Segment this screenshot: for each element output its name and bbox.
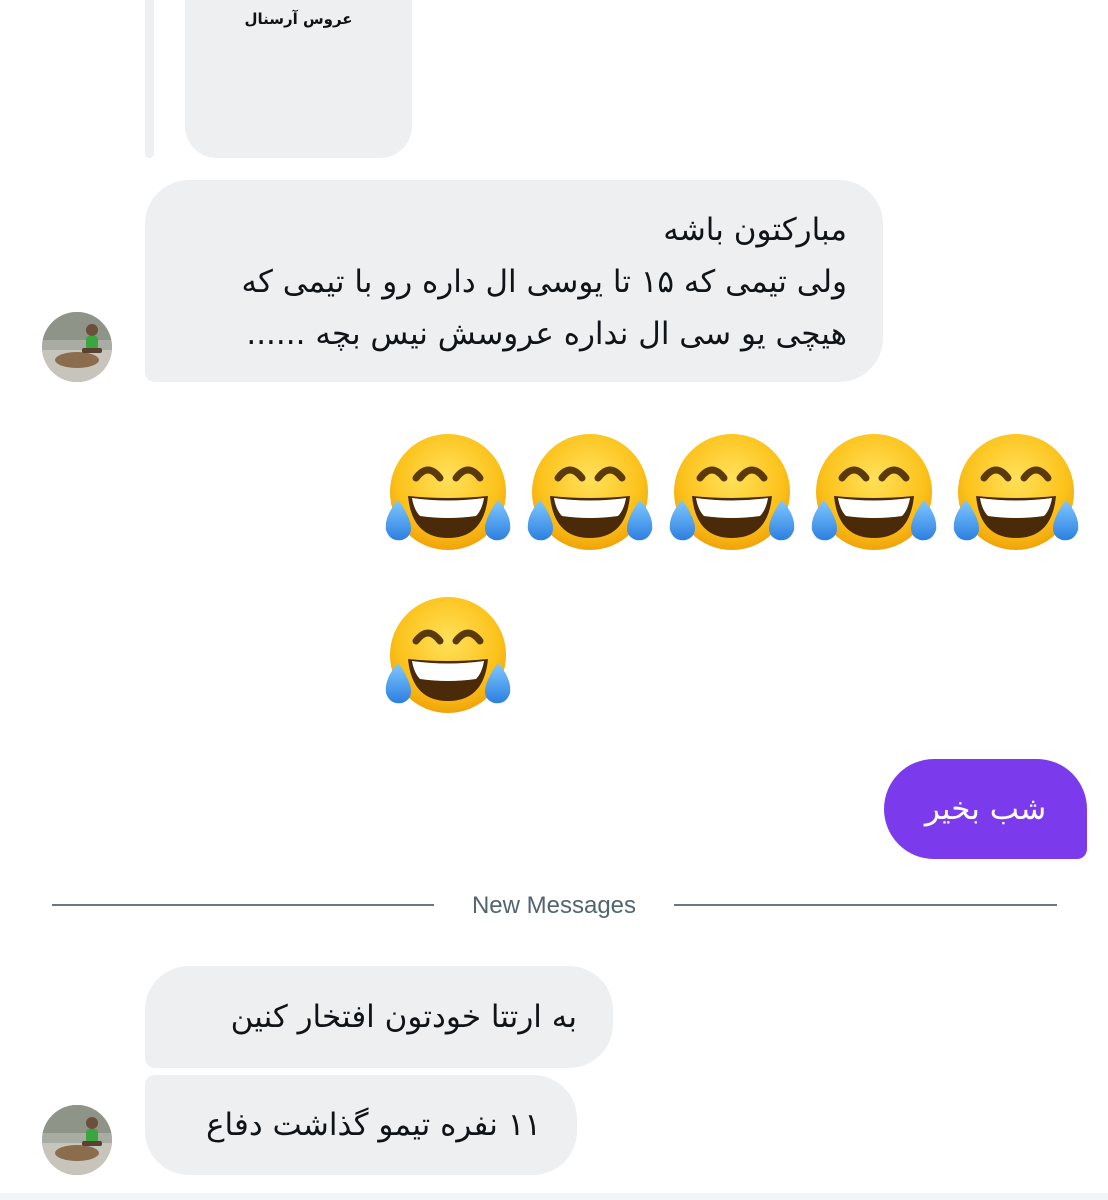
- sent-message-bubble[interactable]: شب بخیر: [884, 759, 1087, 859]
- laughing-tears-emoji-icon: [380, 593, 516, 721]
- received-message-bubble[interactable]: مبارکتون باشه ولی تیمی که ۱۵ تا یوسی ال …: [145, 180, 883, 382]
- shared-post-caption: عروس آرسنال: [244, 10, 353, 28]
- message-text: ۱۱ نفره تیمو گذاشت دفاع: [206, 1107, 541, 1143]
- emoji-message-continued[interactable]: [380, 593, 516, 721]
- laughing-tears-emoji-icon: [664, 430, 800, 558]
- sender-avatar[interactable]: [42, 1105, 112, 1175]
- message-line: هیچی یو سی ال نداره عروسش نیس بچه ......: [246, 316, 847, 352]
- received-message-bubble[interactable]: به ارتتا خودتون افتخار کنین: [145, 966, 613, 1068]
- sender-avatar[interactable]: [42, 312, 112, 382]
- avatar-photo-icon: [42, 312, 112, 382]
- message-text: به ارتتا خودتون افتخار کنین: [230, 999, 577, 1035]
- received-message-bubble[interactable]: ۱۱ نفره تیمو گذاشت دفاع: [145, 1075, 577, 1175]
- message-line: ولی تیمی که ۱۵ تا یوسی ال داره رو با تیم…: [241, 264, 847, 300]
- shared-post-card[interactable]: عروس آرسنال: [185, 0, 412, 158]
- divider-line-right: [674, 904, 1057, 906]
- avatar-photo-icon: [42, 1105, 112, 1175]
- thread-connector-line: [145, 0, 154, 158]
- laughing-tears-emoji-icon: [522, 430, 658, 558]
- laughing-tears-emoji-icon: [948, 430, 1084, 558]
- composer-edge: [0, 1193, 1108, 1200]
- laughing-tears-emoji-icon: [380, 430, 516, 558]
- laughing-tears-emoji-icon: [806, 430, 942, 558]
- new-messages-label: New Messages: [471, 892, 637, 919]
- message-line: مبارکتون باشه: [663, 212, 847, 248]
- emoji-message[interactable]: [380, 430, 1090, 560]
- divider-line-left: [52, 904, 434, 906]
